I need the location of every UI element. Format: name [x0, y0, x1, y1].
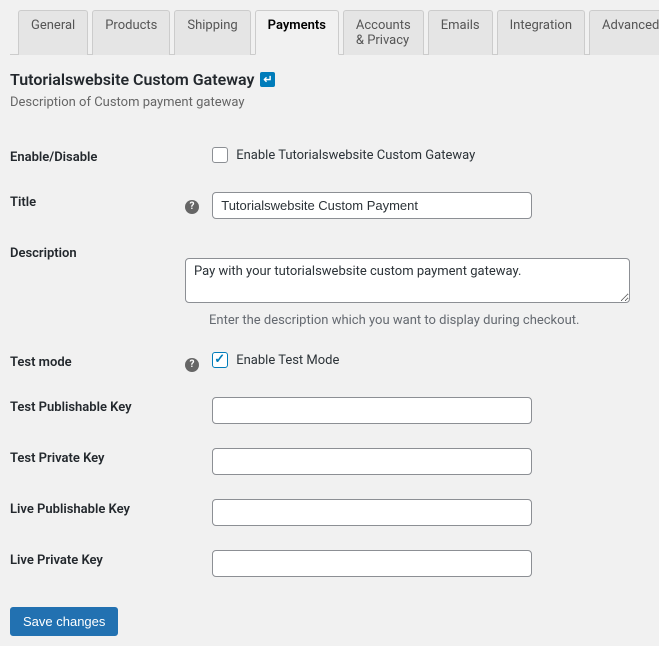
live-private-key-label: Live Private Key	[10, 538, 185, 589]
help-icon[interactable]: ?	[185, 358, 199, 372]
tab-general[interactable]: General	[18, 10, 88, 55]
tab-integration[interactable]: Integration	[497, 10, 585, 55]
test-mode-checkbox-label[interactable]: Enable Test Mode	[212, 352, 339, 368]
test-mode-label: Test mode	[10, 340, 185, 385]
title-input[interactable]	[212, 192, 532, 219]
live-publishable-key-input[interactable]	[212, 499, 532, 526]
test-mode-text: Enable Test Mode	[236, 353, 339, 368]
description-label: Description	[10, 231, 185, 340]
enable-gateway-label[interactable]: Enable Tutorialswebsite Custom Gateway	[212, 147, 475, 163]
tab-advanced[interactable]: Advanced	[589, 10, 659, 55]
test-mode-checkbox[interactable]	[212, 352, 228, 368]
page-title: Tutorialswebsite Custom Gateway ↵	[10, 70, 649, 89]
test-publishable-key-label: Test Publishable Key	[10, 385, 185, 436]
title-label: Title	[10, 180, 185, 231]
tab-accounts-privacy[interactable]: Accounts & Privacy	[343, 10, 424, 55]
tab-shipping[interactable]: Shipping	[174, 10, 250, 55]
test-private-key-input[interactable]	[212, 448, 532, 475]
tab-emails[interactable]: Emails	[428, 10, 493, 55]
settings-form: Enable/Disable Enable Tutorialswebsite C…	[10, 135, 649, 589]
enable-disable-label: Enable/Disable	[10, 135, 185, 180]
help-icon[interactable]: ?	[185, 200, 199, 214]
enable-gateway-checkbox[interactable]	[212, 147, 228, 163]
settings-tabs: General Products Shipping Payments Accou…	[10, 10, 649, 55]
description-textarea[interactable]: Pay with your tutorialswebsite custom pa…	[185, 258, 630, 303]
enable-gateway-text: Enable Tutorialswebsite Custom Gateway	[236, 148, 475, 163]
save-button[interactable]: Save changes	[10, 607, 118, 636]
test-publishable-key-input[interactable]	[212, 397, 532, 424]
live-private-key-input[interactable]	[212, 550, 532, 577]
live-publishable-key-label: Live Publishable Key	[10, 487, 185, 538]
test-private-key-label: Test Private Key	[10, 436, 185, 487]
page-description: Description of Custom payment gateway	[10, 95, 649, 110]
page-title-text: Tutorialswebsite Custom Gateway	[10, 70, 254, 89]
tab-products[interactable]: Products	[92, 10, 170, 55]
description-help: Enter the description which you want to …	[209, 313, 649, 328]
tab-payments[interactable]: Payments	[255, 10, 339, 55]
back-icon[interactable]: ↵	[260, 72, 275, 87]
